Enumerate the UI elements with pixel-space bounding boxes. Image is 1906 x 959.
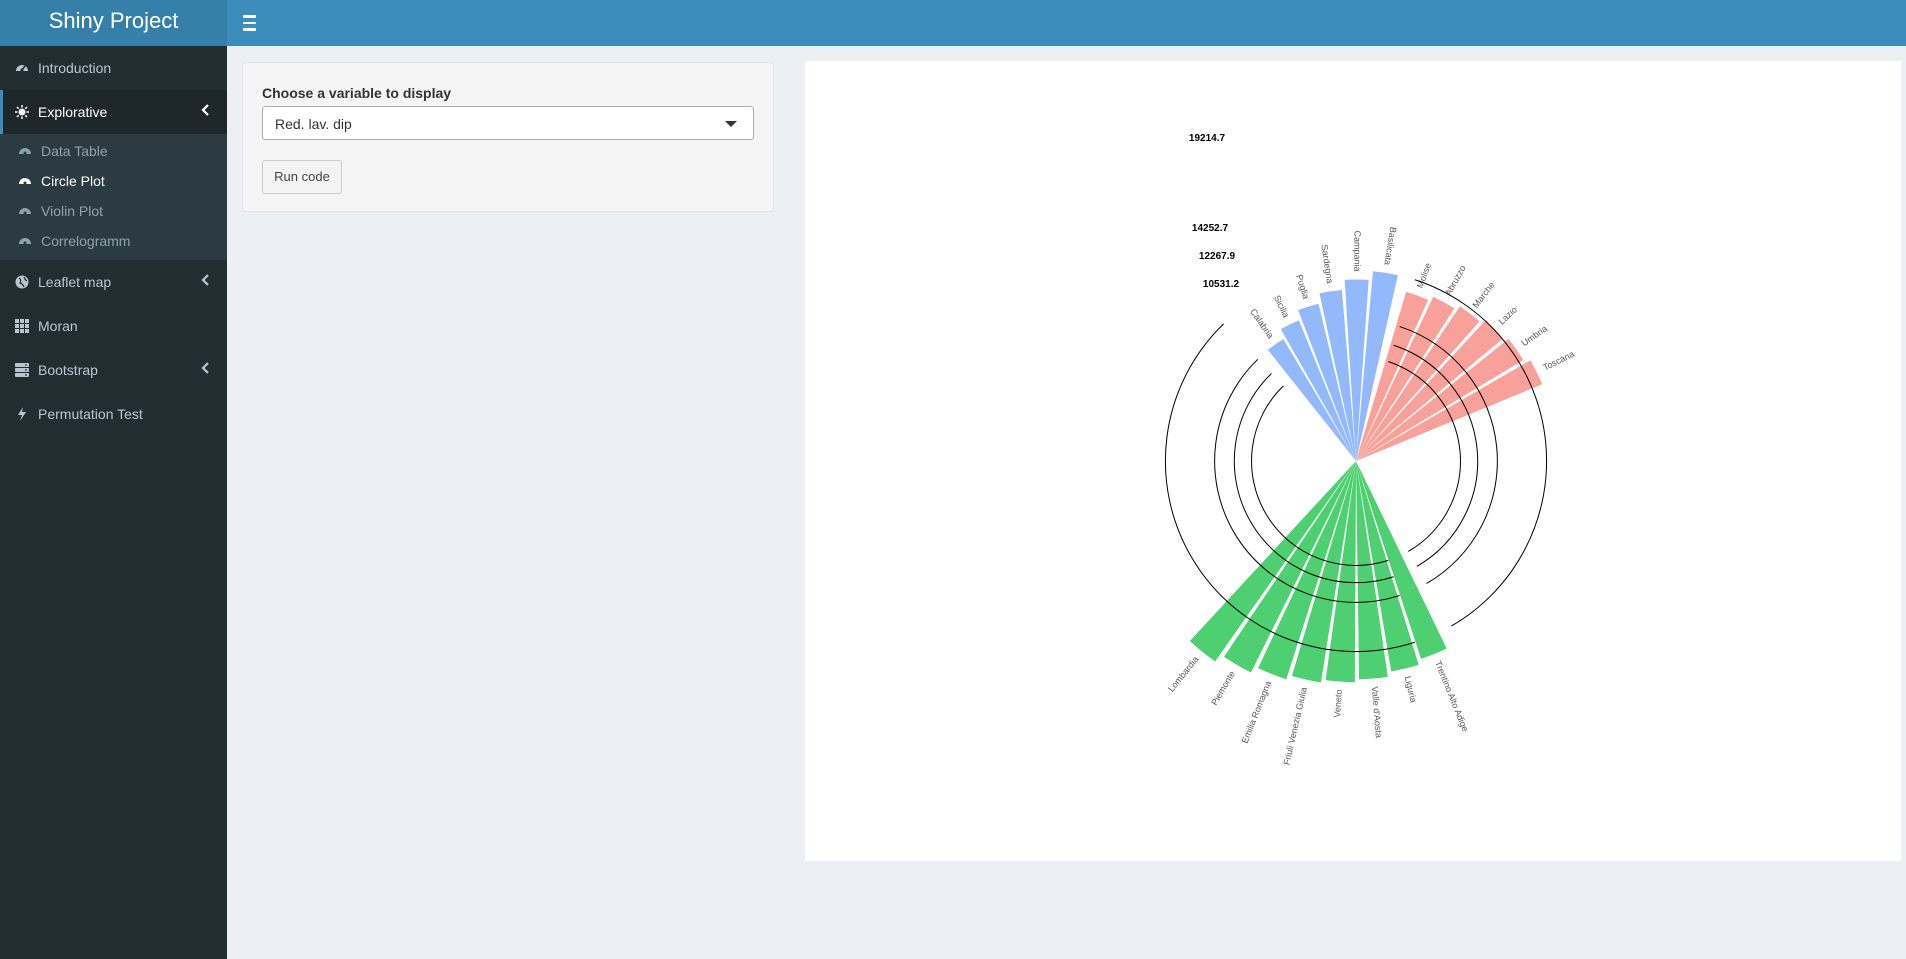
sidebar-item-explorative[interactable]: Explorative: [0, 90, 227, 134]
chevron-left-icon: [201, 274, 209, 286]
chart-bar-label: Lombardia: [1166, 654, 1200, 693]
chart-bar-label: Marche: [1470, 280, 1496, 310]
dashboard-icon: [16, 65, 28, 72]
explorative-submenu: Data Table Circle Plot Violin Plot Corre…: [0, 134, 227, 260]
chart-bar-label: Sardegna: [1319, 244, 1335, 284]
chart-bar-label: Veneto: [1332, 689, 1344, 718]
sidebar-item-label: Bootstrap: [38, 362, 98, 378]
dashboard-icon: [19, 148, 31, 155]
sun-icon: [15, 105, 29, 119]
server-icon: [15, 363, 29, 377]
chart-bar-label: Piemonte: [1209, 669, 1237, 707]
sidebar-subitem-label: Circle Plot: [41, 173, 105, 189]
sidebar: Introduction Explorative Data Table Circ…: [0, 46, 227, 959]
variable-select-label: Choose a variable to display: [262, 85, 452, 101]
sidebar-subitem-correlogramm[interactable]: Correlogramm: [0, 226, 227, 256]
chart-bar-label: Lazio: [1497, 305, 1519, 327]
grid-icon: [15, 319, 29, 333]
sidebar-item-label: Leaflet map: [38, 274, 112, 290]
sidebar-subitem-circle-plot[interactable]: Circle Plot: [0, 166, 227, 196]
chart-bar-label: Calabria: [1248, 307, 1275, 340]
sidebar-item-permutation-test[interactable]: Permutation Test: [0, 392, 227, 436]
sidebar-item-introduction[interactable]: Introduction: [0, 46, 227, 90]
dashboard-icon: [19, 178, 31, 185]
globe-icon: [15, 275, 29, 289]
sidebar-item-bootstrap[interactable]: Bootstrap: [0, 348, 227, 392]
chart-bar-label: Friuli Venezia Giulia: [1281, 686, 1308, 766]
dashboard-icon: [19, 238, 31, 245]
chart-bar-label: Umbria: [1520, 323, 1550, 348]
sidebar-subitem-label: Data Table: [41, 143, 108, 159]
sidebar-item-label: Introduction: [38, 60, 112, 76]
app-title[interactable]: Shiny Project: [0, 0, 227, 46]
sidebar-subitem-label: Correlogramm: [41, 233, 131, 249]
chart-bar-label: Sicilia: [1272, 294, 1291, 320]
chevron-left-icon: [201, 104, 209, 116]
top-navbar: Shiny Project: [0, 0, 1906, 46]
chart-scale-label: 10531.2: [1203, 279, 1240, 290]
circle-plot-panel: Molise Abruzzo Marche Lazio Umbria Toscana Tre…: [805, 61, 1901, 861]
sidebar-subitem-violin-plot[interactable]: Violin Plot: [0, 196, 227, 226]
chart-bar-label: Puglia: [1294, 273, 1311, 300]
chart-scale-label: 19214.7: [1189, 133, 1226, 144]
run-code-button[interactable]: Run code: [262, 160, 342, 194]
chart-bar-label: Abruzzo: [1443, 264, 1468, 298]
input-panel: Choose a variable to display Red. lav. d…: [242, 62, 774, 212]
chart-bar-label: Basilicata: [1382, 226, 1398, 266]
sidebar-item-label: Permutation Test: [38, 406, 143, 422]
sidebar-subitem-label: Violin Plot: [41, 203, 104, 219]
dashboard-icon: [19, 208, 31, 215]
chart-bar-label: Valle d'Aosta: [1370, 686, 1384, 738]
sidebar-item-label: Moran: [38, 318, 78, 334]
bolt-icon: [18, 407, 26, 421]
variable-select-value: Red. lav. dip: [275, 116, 352, 132]
chart-scale-label: 12267.9: [1199, 251, 1236, 262]
sidebar-subitem-data-table[interactable]: Data Table: [0, 136, 227, 166]
caret-down-icon: [725, 121, 737, 127]
chart-bar-label: Emilia Romagna: [1240, 680, 1274, 745]
chevron-left-icon: [201, 362, 209, 374]
chart-bar-label: Trentino Alto Adige: [1433, 659, 1470, 732]
chart-scale-label: 14252.7: [1192, 223, 1229, 234]
sidebar-item-leaflet-map[interactable]: Leaflet map: [0, 260, 227, 304]
sidebar-item-label: Explorative: [38, 104, 108, 120]
chart-bar-label: Liguria: [1403, 675, 1419, 704]
chart-bar-label: Toscana: [1541, 349, 1576, 373]
chart-bar-label: Campania: [1352, 230, 1362, 271]
circular-bar-chart: Molise Abruzzo MarcheLazioUmbriaToscanaTre…: [1164, 133, 1576, 766]
sidebar-toggle-icon[interactable]: [240, 12, 262, 34]
variable-select[interactable]: Red. lav. dip: [262, 106, 754, 140]
sidebar-item-moran[interactable]: Moran: [0, 304, 227, 348]
